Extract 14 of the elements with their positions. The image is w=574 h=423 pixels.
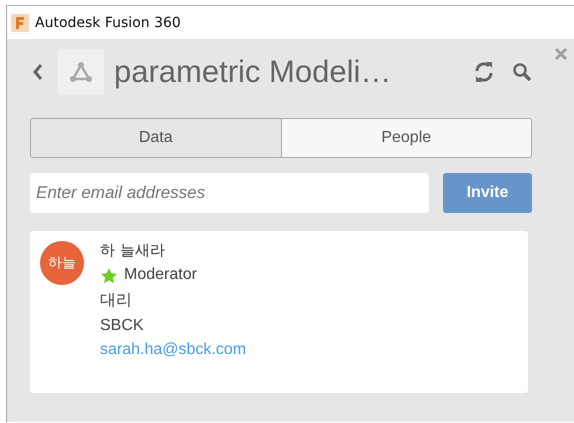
email-field[interactable]: Enter email addresses	[30, 173, 429, 213]
member-name: 하 늘새라	[100, 241, 166, 260]
project-title: parametric Modeli…	[114, 54, 392, 90]
member-title: 대리	[100, 291, 133, 311]
window-title: Autodesk Fusion 360	[35, 14, 181, 30]
tab[interactable]: People	[280, 119, 531, 157]
star-icon	[100, 266, 118, 284]
back-icon[interactable]	[32, 63, 44, 81]
search-icon[interactable]	[512, 62, 532, 82]
member-role: Moderator	[124, 266, 197, 284]
avatar: 하늘	[40, 241, 84, 285]
invite-button[interactable]: Invite	[443, 173, 532, 213]
app-logo-icon	[11, 14, 29, 32]
member-company: SBCK	[100, 317, 145, 335]
